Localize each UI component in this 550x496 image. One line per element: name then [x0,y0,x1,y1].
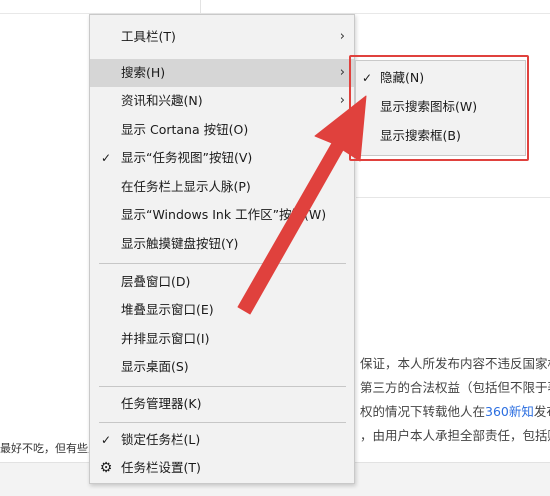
menu-item-show-desktop[interactable]: 显示桌面(S) [90,353,354,381]
menu-item-stack-windows[interactable]: 堆叠显示窗口(E) [90,296,354,324]
annotation-highlight-box [349,55,529,161]
menu-item-show-task-view[interactable]: ✓ 显示“任务视图”按钮(V) [90,144,354,172]
menu-item-label: 任务管理器(K) [121,396,202,411]
gear-icon: ⚙ [99,460,113,476]
menu-separator [99,263,346,264]
menu-item-show-people[interactable]: 在任务栏上显示人脉(P) [90,173,354,201]
menu-item-label: 显示“Windows Ink 工作区”按钮(W) [121,207,327,222]
menu-item-side-by-side[interactable]: 并排显示窗口(I) [90,325,354,353]
menu-item-show-windows-ink[interactable]: 显示“Windows Ink 工作区”按钮(W) [90,201,354,229]
chevron-right-icon: › [339,93,345,108]
menu-item-label: 显示触摸键盘按钮(Y) [121,236,239,251]
menu-item-label: 显示桌面(S) [121,359,189,374]
menu-item-lock-taskbar[interactable]: ✓ 锁定任务栏(L) [90,426,354,454]
background-text-suffix: 发布的 [533,404,550,419]
menu-item-label: 层叠窗口(D) [121,274,191,289]
menu-item-search[interactable]: 搜索(H) › [90,59,354,87]
menu-item-label: 堆叠显示窗口(E) [121,302,214,317]
checkmark-icon: ✓ [100,433,112,447]
menu-item-label: 显示“任务视图”按钮(V) [121,150,253,165]
chevron-right-icon: › [339,65,345,80]
taskbar-context-menu: 工具栏(T) › 搜索(H) › 资讯和兴趣(N) › 显示 Cortana 按… [89,14,355,484]
menu-item-show-cortana[interactable]: 显示 Cortana 按钮(O) [90,116,354,144]
top-vertical-divider [200,0,201,13]
background-left-text: 最好不吃，但有些人 [0,442,99,455]
menu-item-label: 资讯和兴趣(N) [121,93,203,108]
menu-item-show-touch-keyboard[interactable]: 显示触摸键盘按钮(Y) [90,230,354,258]
background-paragraph-line-1: 保证，本人所发布内容不违反国家相关 [360,356,550,371]
background-text-prefix: 权的情况下转载他人在 [360,404,486,419]
background-paragraph-line-4: ，由用户本人承担全部责任，包括赔偿 [360,428,550,443]
menu-item-cascade-windows[interactable]: 层叠窗口(D) [90,268,354,296]
menu-item-toolbars[interactable]: 工具栏(T) › [90,23,354,51]
menu-item-label: 搜索(H) [121,65,166,80]
checkmark-icon: ✓ [100,151,112,165]
menu-item-label: 显示 Cortana 按钮(O) [121,122,249,137]
menu-item-label: 锁定任务栏(L) [121,432,201,447]
menu-item-label: 在任务栏上显示人脉(P) [121,179,251,194]
menu-item-task-manager[interactable]: 任务管理器(K) [90,390,354,418]
background-360-link[interactable]: 360新知 [485,404,534,419]
menu-item-news-interests[interactable]: 资讯和兴趣(N) › [90,87,354,115]
menu-separator [99,386,346,387]
menu-separator [99,422,346,423]
menu-item-label: 任务栏设置(T) [121,460,201,475]
menu-item-taskbar-settings[interactable]: ⚙ 任务栏设置(T) [90,454,354,482]
menu-item-label: 并排显示窗口(I) [121,331,210,346]
content-divider [356,197,550,198]
menu-item-label: 工具栏(T) [121,29,176,44]
background-paragraph-line-3-shown: 权的情况下转载他人在360新知发布的 [360,404,550,420]
background-paragraph-line-2: 第三方的合法权益（包括但不限于著作 [360,380,550,395]
chevron-right-icon: › [339,29,345,44]
